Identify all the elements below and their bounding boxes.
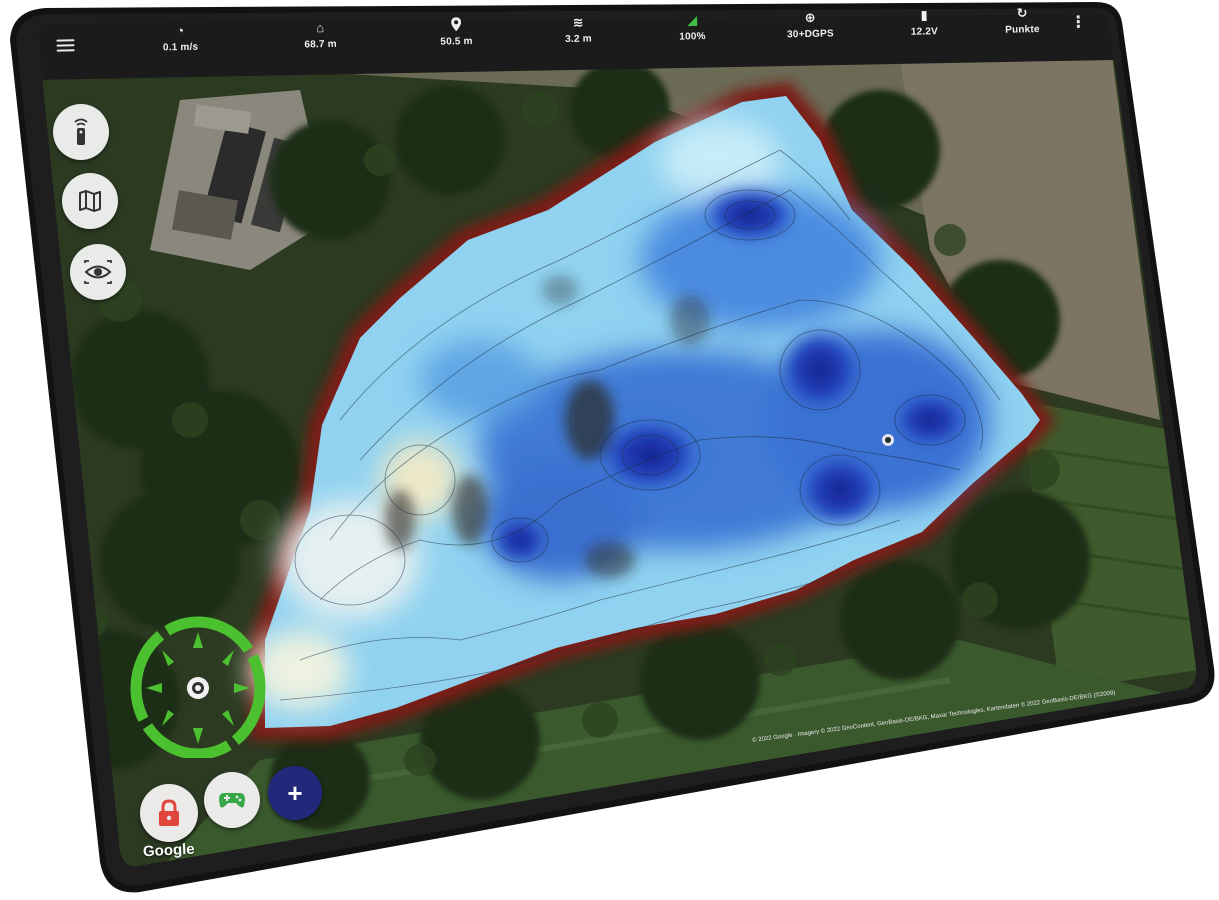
home-icon: ⌂ xyxy=(316,20,325,36)
location-pin-icon xyxy=(421,17,491,34)
status-signal: ◢ 100% xyxy=(657,12,728,43)
battery-value: 12.2V xyxy=(910,26,939,38)
tablet-device: ◔ 0.1 m/s ⌂ 68.7 m 50.5 m ≋ 3.2 m ◢ 100%… xyxy=(0,0,1219,900)
add-label: + xyxy=(287,778,303,808)
more-options-button[interactable]: ⋮ xyxy=(1070,12,1086,34)
google-logo: Google xyxy=(142,840,196,861)
status-gps: ⊕ 30+DGPS xyxy=(775,9,846,41)
map-layers-icon xyxy=(79,190,101,212)
speed-value: 0.1 m/s xyxy=(162,41,199,54)
speedometer-icon: ◔ xyxy=(176,22,185,39)
status-battery: ▮ 12.2V xyxy=(889,7,960,38)
map-canvas xyxy=(10,2,1215,893)
home-distance-value: 68.7 m xyxy=(304,38,337,51)
battery-icon: ▮ xyxy=(920,7,928,23)
depth-value: 3.2 m xyxy=(565,33,592,46)
status-points[interactable]: ↻ Punkte xyxy=(987,5,1058,36)
lock-icon xyxy=(159,799,179,826)
status-home-distance: ⌂ 68.7 m xyxy=(285,19,356,50)
menu-button[interactable] xyxy=(56,39,75,53)
gamepad-icon xyxy=(219,793,245,808)
remote-control-icon xyxy=(74,118,88,145)
compass-icon xyxy=(130,616,266,760)
status-location-distance: 50.5 m xyxy=(421,17,492,48)
points-label: Punkte xyxy=(1005,24,1040,36)
status-depth: ≋ 3.2 m xyxy=(543,14,614,45)
add-button[interactable]: + xyxy=(268,766,322,820)
compass[interactable] xyxy=(130,614,266,760)
view-eye-icon xyxy=(84,260,112,284)
map-layers-button[interactable] xyxy=(62,173,118,229)
sonar-depth-icon: ≋ xyxy=(572,14,584,30)
signal-strength-icon: ◢ xyxy=(686,12,698,28)
gps-fix-icon: ⊕ xyxy=(804,9,816,25)
lock-button[interactable] xyxy=(140,784,198,842)
remote-control-button[interactable] xyxy=(53,104,109,160)
status-speed: ◔ 0.1 m/s xyxy=(145,22,216,53)
location-distance-value: 50.5 m xyxy=(440,35,473,48)
signal-value: 100% xyxy=(679,31,706,43)
refresh-points-icon: ↻ xyxy=(1016,5,1028,21)
gps-value: 30+DGPS xyxy=(787,28,834,41)
view-toggle-button[interactable] xyxy=(70,244,126,300)
gamepad-button[interactable] xyxy=(204,772,260,828)
